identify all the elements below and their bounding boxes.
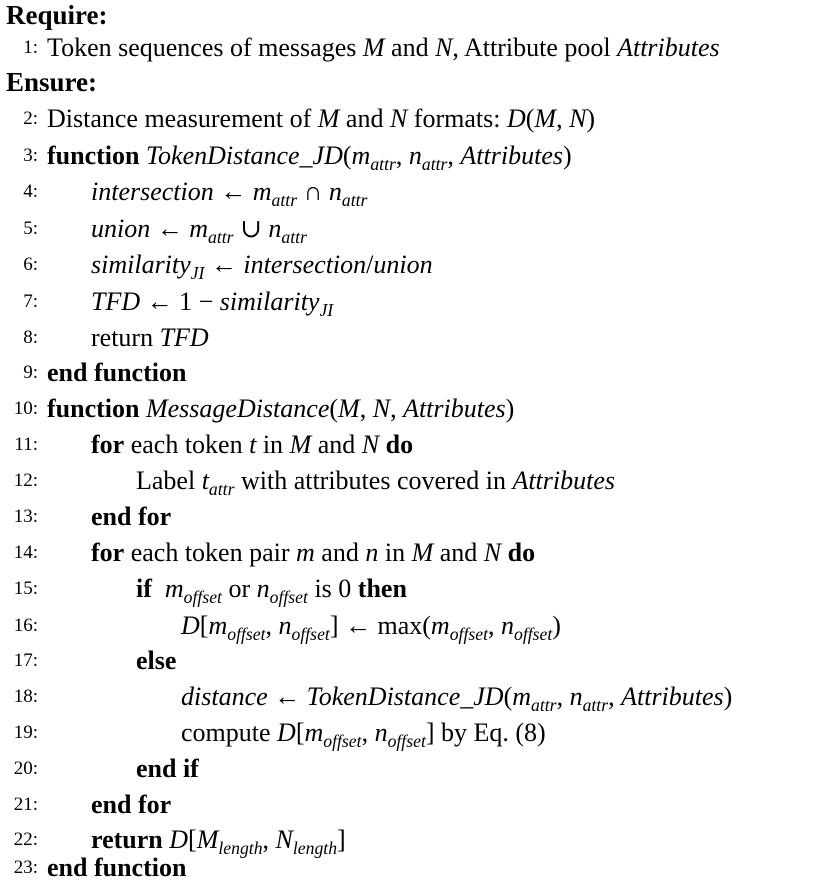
line-text: TFD ← 1 − similarityJI xyxy=(91,287,334,321)
line-number: 4: xyxy=(23,181,38,202)
line-text: similarityJI ← intersection/union xyxy=(91,250,433,284)
line-number: 7: xyxy=(23,291,38,312)
line-number: 2: xyxy=(23,108,38,129)
line-text: intersection ← mattr ∩ nattr xyxy=(91,177,368,211)
line-number: 23: xyxy=(13,857,38,878)
line-number: 21: xyxy=(13,794,38,815)
line-number: 10: xyxy=(13,398,38,419)
line-text: function MessageDistance(M, N, Attribute… xyxy=(47,394,515,423)
line-number: 6: xyxy=(23,254,38,275)
line-number: 19: xyxy=(13,722,38,743)
line-number: 18: xyxy=(13,686,38,707)
line-text: union ← mattr ∪ nattr xyxy=(91,214,307,248)
line-number: 17: xyxy=(13,650,38,671)
line-number: 5: xyxy=(23,218,38,239)
line-text: end function xyxy=(47,853,187,882)
line-number: 16: xyxy=(13,615,38,636)
line-number: 15: xyxy=(13,578,38,599)
line-text: end function xyxy=(47,358,187,387)
line-number: 1: xyxy=(23,37,38,58)
line-text: end for xyxy=(91,502,172,531)
line-text: end if xyxy=(136,754,199,783)
line-number: 8: xyxy=(23,327,38,348)
line-text: end for xyxy=(91,790,172,819)
line-text: for each token t in M and N do xyxy=(91,430,414,459)
line-number: 9: xyxy=(23,362,38,383)
line-text: Token sequences of messages M and N, Att… xyxy=(47,33,720,62)
line-text: D[moffset, noffset] ← max(moffset, noffs… xyxy=(181,611,561,645)
line-text: for each token pair m and n in M and N d… xyxy=(91,538,536,567)
line-number: 20: xyxy=(13,758,38,779)
algorithm-block: Require: 1: Token sequences of messages … xyxy=(0,0,839,886)
line-text: function TokenDistance_JD(mattr, nattr, … xyxy=(47,141,572,175)
line-text: Label tattr with attributes covered in A… xyxy=(136,466,616,500)
line-number: 3: xyxy=(23,145,38,166)
line-text: else xyxy=(136,646,177,675)
ensure-heading: Ensure: xyxy=(6,67,98,97)
line-text: return TFD xyxy=(91,323,209,352)
line-text: compute D[moffset, noffset] by Eq. (8) xyxy=(181,718,546,752)
require-heading: Require: xyxy=(6,0,108,30)
line-text: if moffset or noffset is 0 then xyxy=(136,574,407,608)
line-number: 14: xyxy=(13,542,38,563)
line-number: 13: xyxy=(13,506,38,527)
line-number: 12: xyxy=(13,470,38,491)
line-text: distance ← TokenDistance_JD(mattr, nattr… xyxy=(181,682,733,716)
line-text: Distance measurement of M and N formats:… xyxy=(47,104,596,133)
line-number: 11: xyxy=(14,434,38,455)
